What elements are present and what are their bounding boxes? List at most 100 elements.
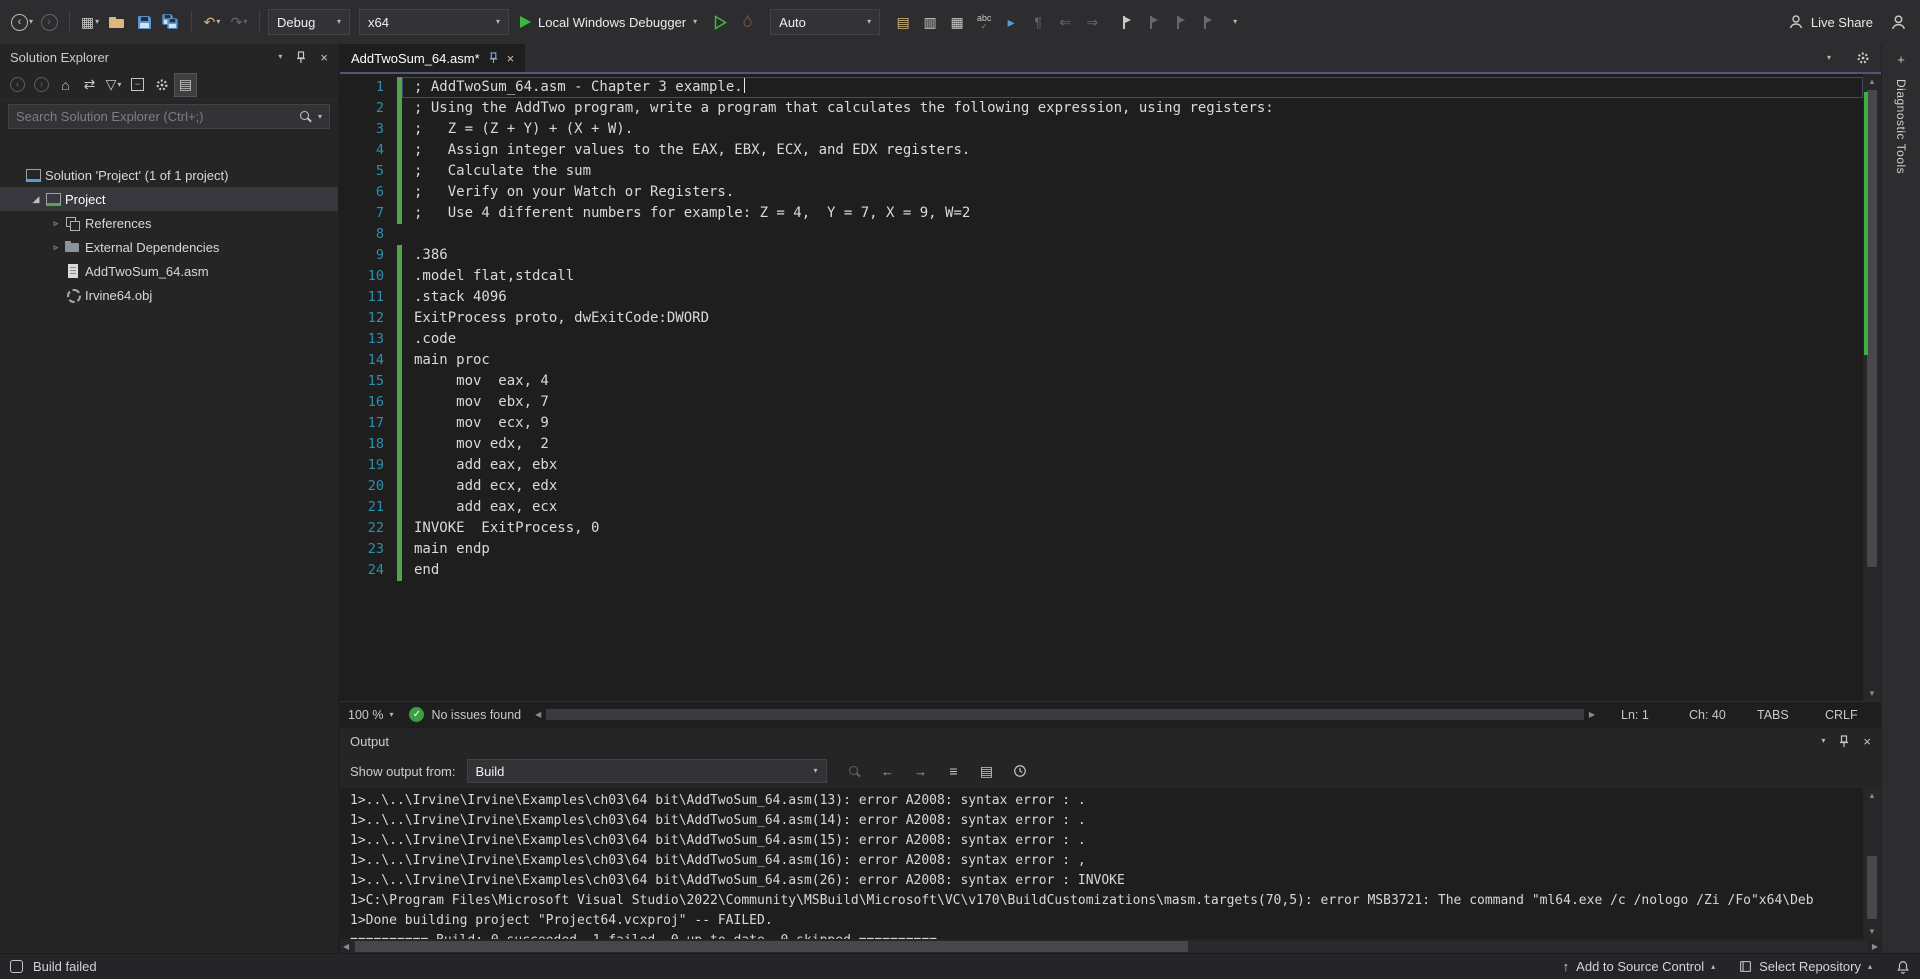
select-repository-button[interactable]: Select Repository ▴ <box>1739 959 1872 974</box>
scroll-left-icon[interactable]: ◀ <box>535 710 541 719</box>
code-line[interactable]: 11 .stack 4096 <box>340 287 1863 308</box>
word-wrap-button[interactable]: ¶ <box>1026 9 1050 35</box>
se-home-button[interactable]: ⌂ <box>54 73 77 97</box>
code-line[interactable]: 9 .386 <box>340 245 1863 266</box>
editor-vertical-scrollbar[interactable]: ▲ ▼ <box>1863 74 1881 701</box>
code-line[interactable]: 5 ; Calculate the sum <box>340 161 1863 182</box>
code-area[interactable]: 1 ; AddTwoSum_64.asm - Chapter 3 example.… <box>340 74 1863 701</box>
se-collapse-all-button[interactable]: − <box>126 73 149 97</box>
redo-button[interactable]: ↷ ▾ <box>227 9 251 35</box>
tree-item[interactable]: AddTwoSum_64.asm <box>0 259 338 283</box>
code-line[interactable]: 4 ; Assign integer values to the EAX, EBX… <box>340 140 1863 161</box>
code-text[interactable]: end <box>402 560 1863 581</box>
code-line[interactable]: 8 <box>340 224 1863 245</box>
tree-item[interactable]: Irvine64.obj <box>0 283 338 307</box>
pin-panel-button[interactable] <box>295 50 307 64</box>
column-indicator[interactable]: Ch: 40 <box>1689 708 1737 722</box>
close-panel-button[interactable]: × <box>320 50 328 65</box>
scrollbar-thumb[interactable] <box>1867 90 1877 567</box>
code-line[interactable]: 15 mov eax, 4 <box>340 371 1863 392</box>
pin-panel-button[interactable] <box>1838 734 1850 748</box>
code-line[interactable]: 1 ; AddTwoSum_64.asm - Chapter 3 example. <box>340 77 1863 98</box>
save-all-button[interactable] <box>159 9 183 35</box>
code-line[interactable]: 20 add ecx, edx <box>340 476 1863 497</box>
code-text[interactable]: add eax, ecx <box>402 497 1863 518</box>
pin-tab-button[interactable] <box>488 52 499 64</box>
output-vertical-scrollbar[interactable]: ▲ ▼ <box>1863 788 1881 939</box>
undo-button[interactable]: ↶ ▾ <box>200 9 224 35</box>
se-back-button[interactable]: ‹ <box>6 73 29 97</box>
code-line[interactable]: 14 main proc <box>340 350 1863 371</box>
live-share-button[interactable]: Live Share <box>1778 14 1883 30</box>
platform-dropdown[interactable]: x64 ▾ <box>359 9 509 35</box>
previous-bookmark-button[interactable] <box>1142 9 1166 35</box>
toggle-bookmark-button[interactable] <box>1115 9 1139 35</box>
se-show-all-files-button[interactable]: ▤ <box>174 72 197 97</box>
open-file-button[interactable] <box>105 9 129 35</box>
background-tasks-icon[interactable] <box>10 960 23 973</box>
code-text[interactable]: ; Use 4 different numbers for example: Z… <box>402 203 1863 224</box>
se-forward-button[interactable]: › <box>30 73 53 97</box>
scrollbar-track[interactable] <box>353 940 1868 952</box>
search-icon[interactable] <box>299 110 312 123</box>
editor-horizontal-scrollbar[interactable]: ◀ ▶ <box>535 708 1595 722</box>
active-files-dropdown-button[interactable]: ▾ <box>1817 45 1841 71</box>
close-tab-button[interactable]: × <box>507 51 515 66</box>
code-line[interactable]: 7 ; Use 4 different numbers for example: … <box>340 203 1863 224</box>
output-log[interactable]: 1>..\..\Irvine\Irvine\Examples\ch03\64 b… <box>340 788 1863 939</box>
new-project-button[interactable]: ▦ ▾ <box>78 9 102 35</box>
code-text[interactable]: add eax, ebx <box>402 455 1863 476</box>
code-line[interactable]: 3 ; Z = (Z + Y) + (X + W). <box>340 119 1863 140</box>
code-text[interactable]: mov eax, 4 <box>402 371 1863 392</box>
code-text[interactable]: ; Verify on your Watch or Registers. <box>402 182 1863 203</box>
start-debugging-button[interactable]: Local Windows Debugger ▾ <box>512 9 705 35</box>
configuration-dropdown[interactable]: Debug ▾ <box>268 9 350 35</box>
code-line[interactable]: 21 add eax, ecx <box>340 497 1863 518</box>
notifications-bell-button[interactable] <box>1896 959 1910 975</box>
code-text[interactable]: add ecx, edx <box>402 476 1863 497</box>
scrollbar-thumb[interactable] <box>1867 855 1877 920</box>
code-text[interactable]: main proc <box>402 350 1863 371</box>
window-position-button[interactable]: ▾ <box>1821 737 1825 745</box>
line-ending-indicator[interactable]: CRLF <box>1825 708 1873 722</box>
tree-item[interactable]: ◢ Project <box>0 187 338 211</box>
code-line[interactable]: 19 add eax, ebx <box>340 455 1863 476</box>
code-text[interactable]: ExitProcess proto, dwExitCode:DWORD <box>402 308 1863 329</box>
tree-item[interactable]: ▹ References <box>0 211 338 235</box>
add-to-source-control-button[interactable]: ↑ Add to Source Control ▴ <box>1563 959 1715 974</box>
spell-check-button[interactable]: abc ✓ <box>972 9 996 35</box>
code-text[interactable]: main endp <box>402 539 1863 560</box>
code-text[interactable]: ; Calculate the sum <box>402 161 1863 182</box>
sign-in-button[interactable] <box>1886 9 1910 35</box>
code-text[interactable]: ; Z = (Z + Y) + (X + W). <box>402 119 1863 140</box>
nav-forward-button[interactable]: › <box>37 9 61 35</box>
window-position-button[interactable]: ▾ <box>278 53 282 61</box>
scrollbar-thumb[interactable] <box>355 940 1189 952</box>
next-message-button[interactable]: → <box>910 758 932 784</box>
tree-item[interactable]: Solution 'Project' (1 of 1 project) <box>0 163 338 187</box>
document-health-indicator[interactable]: ✓ No issues found <box>409 707 521 722</box>
code-text[interactable]: .386 <box>402 245 1863 266</box>
timestamp-button[interactable] <box>1009 758 1031 784</box>
se-properties-button[interactable] <box>150 73 173 97</box>
indent-mode-indicator[interactable]: TABS <box>1757 708 1805 722</box>
scroll-up-icon[interactable]: ▲ <box>1863 788 1881 803</box>
tab-addtwosum64asm[interactable]: AddTwoSum_64.asm* × <box>340 44 526 72</box>
scroll-down-icon[interactable]: ▼ <box>1863 924 1881 939</box>
code-text[interactable]: mov ecx, 9 <box>402 413 1863 434</box>
tree-expanded-arrow-icon[interactable]: ◢ <box>28 194 44 205</box>
scrollbar-thumb[interactable] <box>546 709 1584 720</box>
search-input[interactable] <box>16 109 293 124</box>
editor-options-button[interactable] <box>1851 45 1875 71</box>
next-bookmark-button[interactable] <box>1169 9 1193 35</box>
save-button[interactable] <box>132 9 156 35</box>
code-text[interactable]: ; Using the AddTwo program, write a prog… <box>402 98 1863 119</box>
code-line[interactable]: 22 INVOKE ExitProcess, 0 <box>340 518 1863 539</box>
code-line[interactable]: 13 .code <box>340 329 1863 350</box>
watch-mode-dropdown[interactable]: Auto ▾ <box>770 9 881 35</box>
code-text[interactable]: .code <box>402 329 1863 350</box>
code-text[interactable]: mov ebx, 7 <box>402 392 1863 413</box>
code-text[interactable]: mov edx, 2 <box>402 434 1863 455</box>
code-line[interactable]: 23 main endp <box>340 539 1863 560</box>
quick-info-button[interactable]: ▦ <box>945 9 969 35</box>
